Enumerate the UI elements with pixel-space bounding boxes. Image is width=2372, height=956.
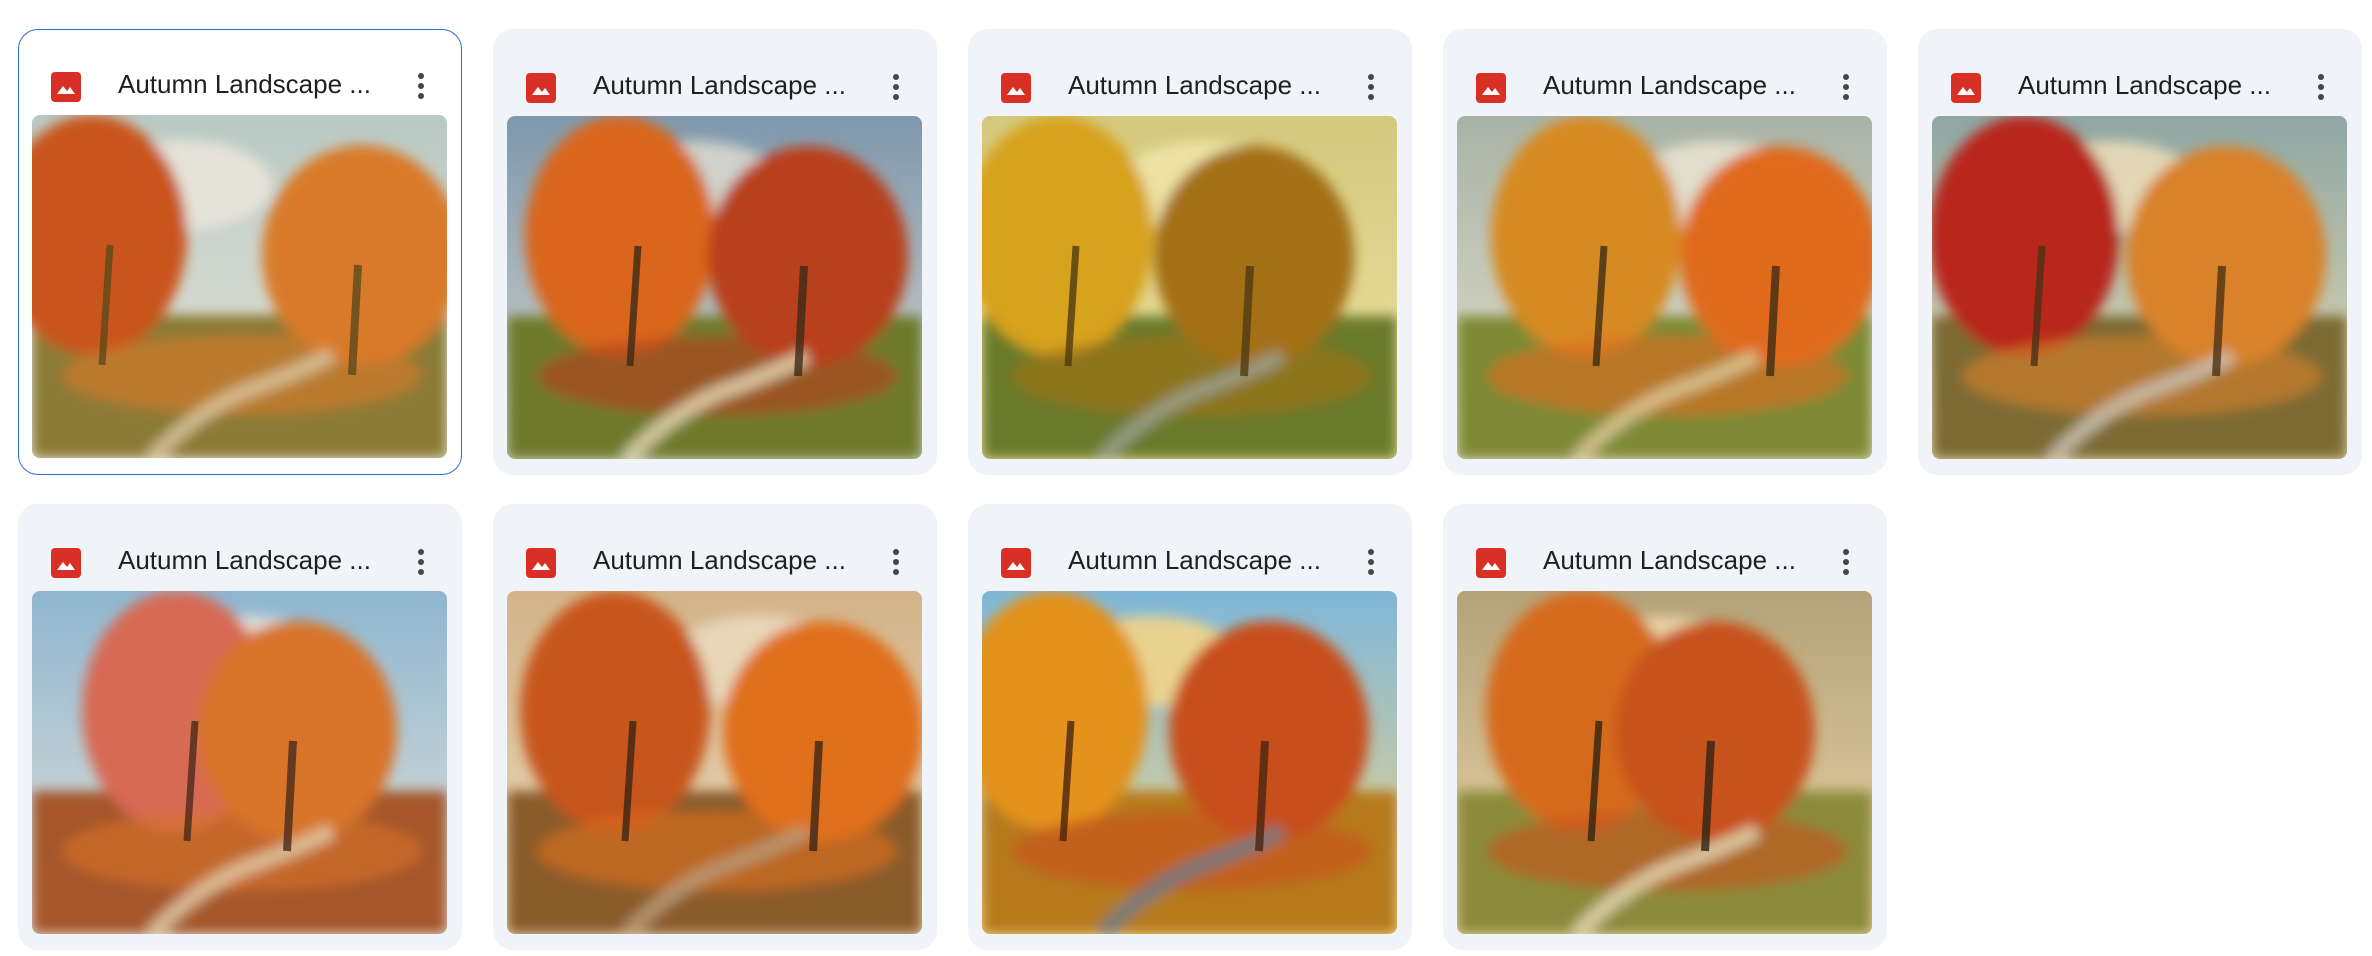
landscape-painting bbox=[32, 115, 447, 458]
landscape-painting bbox=[507, 591, 922, 934]
file-card-header: Autumn Landscape ... bbox=[1443, 504, 1887, 590]
file-card-header: Autumn Landscape ... bbox=[493, 29, 937, 115]
file-card[interactable]: Autumn Landscape ... bbox=[968, 29, 1412, 475]
file-thumbnail[interactable] bbox=[1457, 116, 1872, 459]
image-file-icon bbox=[526, 548, 556, 578]
more-options-button[interactable] bbox=[1828, 69, 1864, 105]
file-thumbnail[interactable] bbox=[507, 116, 922, 459]
more-options-button[interactable] bbox=[1828, 544, 1864, 580]
file-thumbnail[interactable] bbox=[1932, 116, 2347, 459]
more-options-button[interactable] bbox=[1353, 69, 1389, 105]
file-title[interactable]: Autumn Landscape ... bbox=[1543, 544, 1813, 576]
file-thumbnail[interactable] bbox=[982, 116, 1397, 459]
file-thumbnail[interactable] bbox=[982, 591, 1397, 934]
file-card[interactable]: Autumn Landscape ... bbox=[18, 29, 462, 475]
file-thumbnail[interactable] bbox=[1457, 591, 1872, 934]
image-file-icon bbox=[51, 72, 81, 102]
landscape-painting bbox=[982, 116, 1397, 459]
file-title[interactable]: Autumn Landscape ... bbox=[1068, 544, 1338, 576]
more-options-button[interactable] bbox=[403, 68, 439, 104]
file-card[interactable]: Autumn Landscape ... bbox=[493, 29, 937, 475]
file-card[interactable]: Autumn Landscape ... bbox=[18, 504, 462, 950]
image-file-icon bbox=[1951, 73, 1981, 103]
file-card[interactable]: Autumn Landscape ... bbox=[1443, 504, 1887, 950]
file-title[interactable]: Autumn Landscape ... bbox=[593, 69, 863, 101]
file-title[interactable]: Autumn Landscape ... bbox=[1068, 69, 1338, 101]
landscape-painting bbox=[507, 116, 922, 459]
image-file-icon bbox=[1476, 548, 1506, 578]
more-options-button[interactable] bbox=[2303, 69, 2339, 105]
more-options-button[interactable] bbox=[878, 69, 914, 105]
more-options-button[interactable] bbox=[403, 544, 439, 580]
file-title[interactable]: Autumn Landscape ... bbox=[1543, 69, 1813, 101]
file-title[interactable]: Autumn Landscape ... bbox=[593, 544, 863, 576]
file-card-header: Autumn Landscape ... bbox=[968, 504, 1412, 590]
image-file-icon bbox=[51, 548, 81, 578]
landscape-painting bbox=[32, 591, 447, 934]
file-title[interactable]: Autumn Landscape ... bbox=[118, 68, 388, 100]
file-card-header: Autumn Landscape ... bbox=[1918, 29, 2362, 115]
more-options-button[interactable] bbox=[878, 544, 914, 580]
file-grid: Autumn Landscape ... Autumn Landscape ..… bbox=[0, 0, 2372, 956]
image-file-icon bbox=[1476, 73, 1506, 103]
image-file-icon bbox=[526, 73, 556, 103]
file-card-header: Autumn Landscape ... bbox=[18, 504, 462, 590]
file-thumbnail[interactable] bbox=[32, 591, 447, 934]
landscape-painting bbox=[1932, 116, 2347, 459]
file-card-header: Autumn Landscape ... bbox=[493, 504, 937, 590]
file-card[interactable]: Autumn Landscape ... bbox=[493, 504, 937, 950]
file-card[interactable]: Autumn Landscape ... bbox=[1918, 29, 2362, 475]
file-title[interactable]: Autumn Landscape ... bbox=[118, 544, 388, 576]
more-options-button[interactable] bbox=[1353, 544, 1389, 580]
file-card-header: Autumn Landscape ... bbox=[1443, 29, 1887, 115]
landscape-painting bbox=[982, 591, 1397, 934]
image-file-icon bbox=[1001, 548, 1031, 578]
file-card-header: Autumn Landscape ... bbox=[19, 30, 461, 116]
landscape-painting bbox=[1457, 591, 1872, 934]
file-title[interactable]: Autumn Landscape ... bbox=[2018, 69, 2288, 101]
file-card[interactable]: Autumn Landscape ... bbox=[1443, 29, 1887, 475]
file-card[interactable]: Autumn Landscape ... bbox=[968, 504, 1412, 950]
file-thumbnail[interactable] bbox=[32, 115, 447, 458]
file-card-header: Autumn Landscape ... bbox=[968, 29, 1412, 115]
file-thumbnail[interactable] bbox=[507, 591, 922, 934]
landscape-painting bbox=[1457, 116, 1872, 459]
image-file-icon bbox=[1001, 73, 1031, 103]
